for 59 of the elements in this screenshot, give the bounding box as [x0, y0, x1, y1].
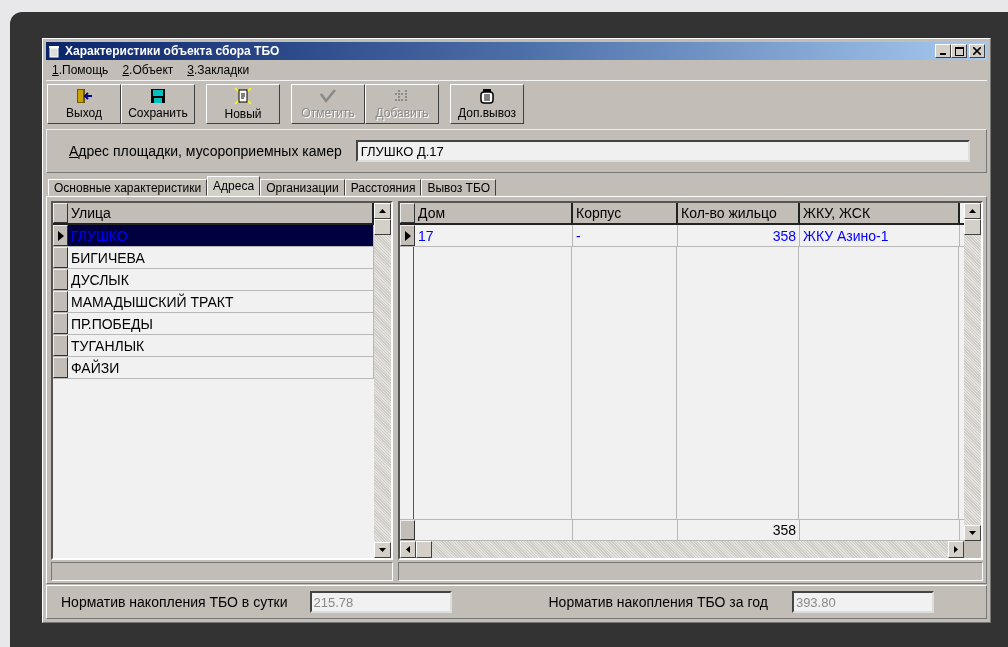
table-cell: 358	[678, 225, 800, 246]
close-button[interactable]	[969, 44, 985, 58]
scroll-down-button[interactable]	[964, 525, 981, 541]
menu-item[interactable]: 3.Закладки	[187, 63, 250, 77]
toolbar-button[interactable]: Доп.вывоз	[450, 84, 524, 124]
scroll-right-button[interactable]	[948, 541, 964, 558]
toolbar-button[interactable]: Новый	[206, 84, 280, 124]
left-arrow-icon	[406, 546, 410, 553]
column-header[interactable]: Дом	[415, 203, 573, 223]
table-row[interactable]: 17 - 358 ЖКУ Азино-1	[400, 225, 964, 247]
window-title: Характеристики объекта сбора ТБО	[65, 44, 281, 58]
vertical-scrollbar[interactable]	[374, 203, 391, 558]
scroll-thumb[interactable]	[374, 219, 391, 235]
scroll-thumb[interactable]	[416, 541, 432, 558]
tab[interactable]: Основные характеристики	[48, 179, 208, 196]
vertical-scrollbar[interactable]	[964, 203, 981, 541]
current-row-icon	[404, 230, 411, 241]
toolbar-button[interactable]: Сохранить	[121, 84, 195, 124]
tab[interactable]: Организации	[260, 179, 345, 196]
scroll-left-button[interactable]	[400, 541, 416, 558]
tab[interactable]: Вывоз ТБО	[421, 179, 497, 196]
column-header[interactable]: Кол-во жильцо	[678, 203, 800, 223]
tab[interactable]: Расстояния	[344, 179, 422, 196]
address-label: Адрес площадки, мусороприемных камер	[69, 143, 342, 159]
trash-bin-icon	[478, 88, 496, 104]
table-cell: ЖКУ Азино-1	[800, 225, 960, 246]
bin-icon	[48, 44, 60, 58]
table-cell: 17	[415, 225, 573, 246]
door-icon	[75, 88, 93, 104]
column-header[interactable]: Корпус	[573, 203, 678, 223]
menu-item[interactable]: 2.Объект	[122, 63, 174, 77]
column-header[interactable]: ЖКУ, ЖСК	[800, 203, 960, 223]
close-icon	[973, 47, 981, 55]
current-row-icon	[57, 230, 64, 241]
right-arrow-icon	[954, 546, 958, 553]
maximize-button[interactable]	[951, 44, 967, 58]
minimize-button[interactable]	[935, 44, 951, 58]
scroll-up-button[interactable]	[964, 203, 981, 219]
horizontal-scrollbar[interactable]	[400, 541, 981, 558]
checkmark-icon	[319, 88, 337, 104]
menu-item[interactable]: 1.Помощь	[52, 63, 109, 77]
scroll-down-button[interactable]	[374, 542, 391, 558]
scroll-up-button[interactable]	[374, 203, 391, 219]
down-arrow-icon	[379, 548, 386, 552]
new-document-icon	[234, 87, 252, 105]
total-cell: 358	[678, 520, 800, 540]
tab[interactable]: Адреса	[207, 176, 261, 196]
scrollbar-corner	[964, 541, 981, 558]
toolbar-button[interactable]: Выход	[47, 84, 121, 124]
up-arrow-icon	[969, 209, 976, 213]
norm-label: Норматив накопления ТБО в сутки	[61, 594, 288, 610]
scroll-thumb[interactable]	[964, 219, 981, 235]
column-header[interactable]: Улица	[68, 203, 374, 223]
up-arrow-icon	[379, 209, 386, 213]
maximize-icon	[954, 46, 964, 56]
norm-label: Норматив накопления ТБО за год	[548, 594, 768, 610]
address-field[interactable]: ГЛУШКО Д.17	[355, 140, 970, 162]
down-arrow-icon	[969, 531, 976, 535]
table-cell: -	[573, 225, 678, 246]
